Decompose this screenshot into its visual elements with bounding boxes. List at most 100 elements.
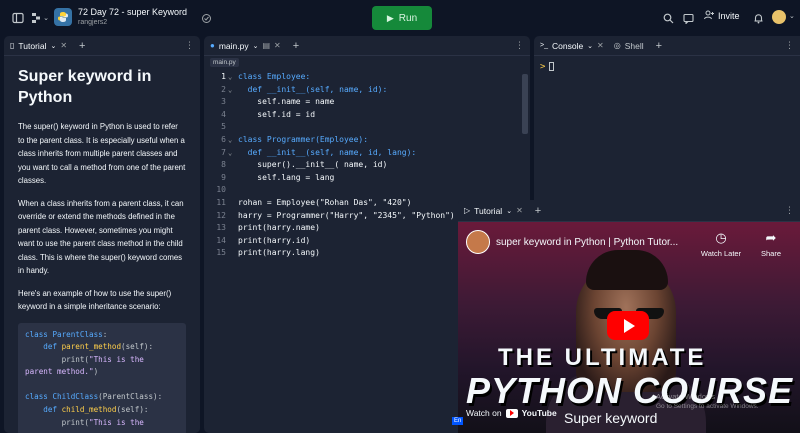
line-number: 5 (221, 122, 226, 132)
fold-chevron-icon[interactable]: ⌄ (228, 84, 232, 97)
code-line[interactable]: 4 self.id = id (204, 109, 530, 122)
share-button[interactable]: ➦ Share (746, 230, 796, 258)
cloud-sync-icon (196, 8, 216, 28)
close-icon[interactable]: ✕ (60, 41, 67, 50)
close-icon[interactable]: ✕ (274, 41, 281, 50)
file-icon[interactable]: ▤ (262, 41, 270, 50)
line-number: 2 (221, 84, 226, 94)
chevron-down-icon[interactable]: ⌄ (587, 42, 593, 50)
code-text: def __init__(self, name, id): (238, 84, 388, 94)
fold-chevron-icon[interactable]: ⌄ (228, 71, 232, 84)
close-icon[interactable]: ✕ (597, 41, 604, 50)
avatar[interactable] (772, 10, 786, 24)
tutorial-title: Super keyword in Python (18, 68, 152, 106)
invite-label: Invite (718, 11, 740, 21)
code-line[interactable]: 1 class Employee: ⌄ (204, 71, 530, 84)
add-tab-icon[interactable]: + (535, 205, 541, 217)
code-text: print(harry.name) (238, 223, 320, 233)
code-line[interactable]: 9 self.lang = lang (204, 172, 530, 185)
tutorial-pane-header: ▯ Tutorial ⌄ ✕ + ⋮ (4, 36, 200, 56)
tab-tutorial-video[interactable]: ▷ Tutorial ⌄ ✕ (464, 206, 523, 216)
add-tab-icon[interactable]: + (293, 40, 299, 52)
tab-main-py[interactable]: ● main.py ⌄ ▤ ✕ (210, 41, 281, 51)
code-text: def __init__(self, name, id, lang): (238, 147, 417, 157)
fold-chevron-icon[interactable]: ⌄ (228, 134, 232, 147)
line-number: 9 (221, 172, 226, 182)
sidebar-toggle-icon[interactable] (8, 8, 28, 28)
chevron-down-icon[interactable]: ⌄ (50, 42, 56, 50)
code-line[interactable]: 10 (204, 184, 530, 197)
console-cursor (549, 62, 555, 71)
more-options-icon[interactable]: ⋮ (185, 40, 194, 51)
code-line[interactable]: 2 def __init__(self, name, id): ⌄ (204, 84, 530, 97)
watch-on-label: Watch on (466, 408, 502, 418)
invite-button[interactable]: Invite (704, 10, 740, 22)
line-number: 14 (216, 235, 226, 245)
activate-windows-hint: Go to Settings to activate Windows. (656, 403, 759, 410)
repl-owner[interactable]: rangjers2 (78, 19, 107, 26)
thumbnail-subtitle: Super keyword (564, 410, 658, 426)
tutorial-paragraph: Here's an example of how to use the supe… (18, 288, 172, 312)
console-output[interactable]: > (534, 56, 800, 78)
add-tab-icon[interactable]: + (79, 40, 85, 52)
code-text: self.lang = lang (238, 172, 335, 182)
tab-tutorial[interactable]: ▯ Tutorial ⌄ ✕ (10, 41, 67, 51)
tutorial-content[interactable]: Super keyword in Python The super() keyw… (4, 56, 200, 433)
video-thumbnail-hair (586, 250, 668, 290)
code-text: class Employee: (238, 72, 311, 81)
line-number: 13 (216, 223, 226, 233)
watch-later-button[interactable]: ◷ Watch Later (696, 230, 746, 258)
code-line[interactable]: 8 super().__init__( name, id) (204, 159, 530, 172)
code-line[interactable]: 3 self.name = name (204, 96, 530, 109)
youtube-play-button[interactable] (607, 311, 649, 340)
tutorial-paragraph: The super() keyword in Python is used to… (18, 122, 186, 185)
top-bar: ⌄ 72 Day 72 - super Keyword rangjers2 ▶ … (0, 0, 800, 36)
code-line[interactable]: 7 def __init__(self, name, id, lang): ⌄ (204, 147, 530, 160)
code-text: print(harry.lang) (238, 248, 320, 258)
globe-icon: ◎ (613, 41, 621, 50)
fold-chevron-icon[interactable]: ⌄ (228, 147, 232, 160)
code-line[interactable]: 5 (204, 121, 530, 134)
terminal-icon: >_ (540, 42, 548, 49)
channel-avatar[interactable] (466, 230, 490, 254)
console-prompt: > (540, 62, 546, 72)
code-text: super().__init__( name, id) (238, 160, 388, 170)
chevron-down-icon[interactable]: ⌄ (36, 8, 56, 28)
code-text: class Programmer(Employee): (238, 135, 369, 144)
chevron-down-icon[interactable]: ⌄ (789, 12, 795, 20)
run-button[interactable]: ▶ Run (372, 6, 432, 30)
more-options-icon[interactable]: ⋮ (785, 40, 794, 51)
breadcrumb-file[interactable]: main.py (210, 58, 239, 67)
watch-on-youtube-link[interactable]: Watch on YouTube (466, 408, 557, 418)
tab-tutorial-label: Tutorial (18, 40, 47, 51)
tab-shell-label: Shell (624, 40, 644, 51)
chat-icon[interactable] (678, 8, 698, 28)
bell-icon[interactable] (748, 8, 768, 28)
code-line[interactable]: 6 class Programmer(Employee): ⌄ (204, 134, 530, 147)
more-options-icon[interactable]: ⋮ (515, 40, 524, 51)
close-icon[interactable]: ✕ (516, 206, 523, 215)
tutorial-code-block[interactable]: class ParentClass: def parent_method(sel… (18, 322, 186, 433)
line-number: 11 (216, 198, 226, 207)
play-icon: ▶ (386, 12, 394, 23)
video-title[interactable]: super keyword in Python | Python Tutor..… (496, 237, 678, 248)
play-outline-icon: ▷ (464, 206, 471, 215)
book-icon: ▯ (10, 41, 15, 50)
line-number: 3 (221, 97, 226, 107)
chevron-down-icon[interactable]: ⌄ (506, 207, 512, 215)
add-tab-icon[interactable]: + (656, 40, 662, 52)
tab-console[interactable]: >_ Console ⌄ ✕ (540, 41, 604, 51)
watch-later-label: Watch Later (700, 249, 742, 258)
youtube-video-player[interactable]: super keyword in Python | Python Tutor..… (458, 222, 800, 433)
tab-tutorial-video-label: Tutorial (474, 205, 503, 216)
language-badge: En (452, 417, 464, 425)
line-number: 12 (216, 210, 226, 220)
more-options-icon[interactable]: ⋮ (785, 205, 794, 216)
line-number: 10 (216, 185, 226, 195)
python-file-icon: ● (210, 41, 215, 50)
search-icon[interactable] (658, 8, 678, 28)
editor-scrollbar[interactable] (522, 74, 528, 134)
repl-title[interactable]: 72 Day 72 - super Keyword (78, 7, 187, 17)
chevron-down-icon[interactable]: ⌄ (253, 42, 259, 50)
tab-shell[interactable]: ◎ Shell (614, 41, 644, 51)
